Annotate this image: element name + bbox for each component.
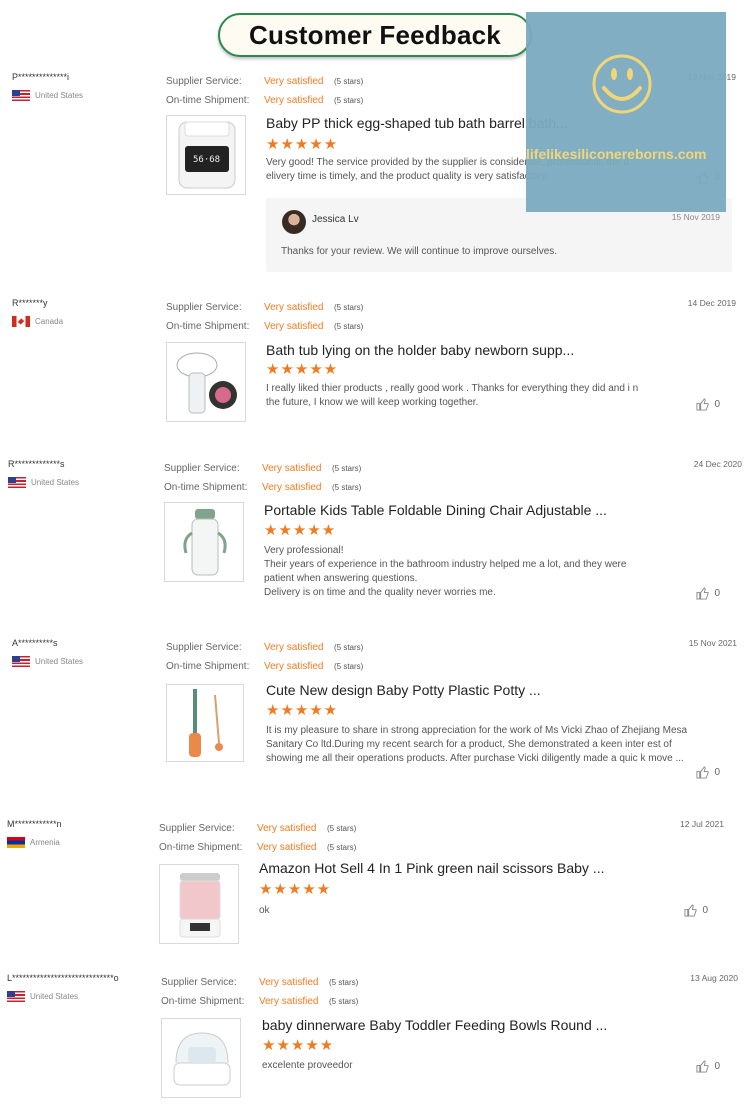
us-flag-icon (8, 477, 26, 488)
product-thumbnail[interactable] (159, 864, 239, 944)
star-rating: ★★★★★ (264, 522, 337, 539)
star-rating: ★★★★★ (266, 136, 339, 153)
star-rating: ★★★★★ (262, 1037, 335, 1054)
reviewer-country: United States (8, 477, 79, 488)
like-button[interactable]: 0 (696, 398, 720, 411)
product-title[interactable]: Portable Kids Table Foldable Dining Chai… (264, 502, 607, 518)
review-comment: Very professional! Their years of experi… (264, 545, 627, 598)
like-button[interactable]: 0 (696, 1060, 720, 1073)
customer-feedback-banner: Customer Feedback (218, 13, 532, 57)
reviewer-name: R*******y (12, 298, 48, 308)
reviewer-country: United States (12, 656, 83, 667)
us-flag-icon (7, 991, 25, 1002)
product-title[interactable]: Amazon Hot Sell 4 In 1 Pink green nail s… (259, 860, 605, 876)
rating-meta: Supplier Service: Very satisfied (5 stars)… (166, 76, 364, 106)
product-title[interactable]: baby dinnerware Baby Toddler Feeding Bow… (262, 1017, 607, 1033)
reviewer-name: A**********s (12, 638, 58, 648)
watermark-text: lifelikesiliconereborns.com (526, 146, 707, 162)
rating-meta: Supplier Service: Very satisfied (5 stars)… (164, 463, 362, 493)
product-thumbnail[interactable] (166, 342, 246, 422)
thumbs-up-icon (696, 587, 709, 600)
reviewer-country: United States (7, 991, 78, 1002)
reviewer-name: M************n (7, 819, 62, 829)
product-thumbnail[interactable] (161, 1018, 241, 1098)
rating-meta: Supplier Service: Very satisfied (5 stars)… (161, 977, 359, 1007)
review-date: 24 Dec 2020 (693, 459, 742, 469)
star-rating: ★★★★★ (266, 702, 339, 719)
review-date: 15 Nov 2021 (688, 638, 737, 648)
review-date: 14 Dec 2019 (687, 298, 736, 308)
reviewer-name: L*****************************o (7, 973, 119, 983)
us-flag-icon (12, 656, 30, 667)
reviewer-country: Armenia (7, 837, 60, 848)
armenia-flag-icon (7, 837, 25, 848)
like-button[interactable]: 0 (684, 904, 708, 917)
thumbs-up-icon (684, 904, 697, 917)
rating-meta: Supplier Service: Very satisfied (5 stars)… (166, 302, 364, 332)
product-thumbnail[interactable] (164, 502, 244, 582)
like-button[interactable]: 0 (696, 766, 720, 779)
avatar (282, 210, 306, 234)
review-date: 12 Jul 2021 (680, 819, 724, 829)
reviewer-country: United States (12, 90, 83, 101)
product-thumbnail[interactable] (166, 684, 244, 762)
smiley-icon (592, 54, 652, 114)
thumbs-up-icon (696, 398, 709, 411)
rating-meta: Supplier Service: Very satisfied (5 stars)… (166, 642, 364, 672)
thumbs-up-icon (696, 1060, 709, 1073)
reply-date: 15 Nov 2019 (671, 212, 720, 222)
product-thumbnail[interactable]: 56·68 (166, 115, 246, 195)
reviewer-country: Canada (12, 316, 63, 327)
star-rating: ★★★★★ (259, 881, 332, 898)
product-title[interactable]: Bath tub lying on the holder baby newbor… (266, 342, 574, 358)
watermark-logo: lifelikesiliconereborns.com (526, 12, 726, 212)
rating-meta: Supplier Service: Very satisfied (5 stars)… (159, 823, 357, 853)
review-comment: excelente proveedor (262, 1060, 353, 1071)
review-comment: It is my pleasure to share in strong app… (266, 725, 688, 764)
star-rating: ★★★★★ (266, 361, 339, 378)
svg-text:56·68: 56·68 (193, 155, 220, 165)
reply-author: Jessica Lv (312, 214, 359, 225)
review-comment: ok (259, 905, 270, 916)
review-comment: I really liked thier products , really g… (266, 383, 639, 408)
page-title: Customer Feedback (249, 19, 501, 50)
reply-text: Thanks for your review. We will continue… (281, 246, 558, 257)
review-date: 13 Aug 2020 (690, 973, 738, 983)
reviewer-name: R*************s (8, 459, 65, 469)
product-title[interactable]: Baby PP thick egg-shaped tub bath barrel… (266, 115, 568, 131)
thumbs-up-icon (696, 766, 709, 779)
canada-flag-icon (12, 316, 30, 327)
us-flag-icon (12, 90, 30, 101)
like-button[interactable]: 0 (696, 587, 720, 600)
reviewer-name: P**************i (12, 72, 70, 82)
product-title[interactable]: Cute New design Baby Potty Plastic Potty… (266, 682, 541, 698)
